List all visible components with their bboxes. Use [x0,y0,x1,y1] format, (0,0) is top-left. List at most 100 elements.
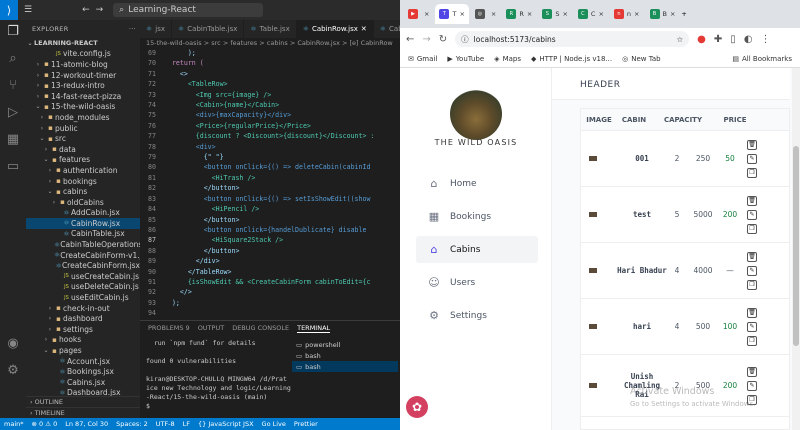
tree-item[interactable]: › ▪ 11-atomic-blog [26,59,140,70]
duplicate-icon[interactable]: ❐ [747,223,757,234]
menu-dots-icon[interactable]: ⋮ [761,34,771,45]
tree-item[interactable]: › ▪ data [26,144,140,155]
editor-tab[interactable]: ⚛ CabinRow.jsx ✕ [296,20,374,38]
accounts-icon[interactable]: ◉ [7,336,18,351]
code-area[interactable]: 69 ); 70 return (71 <> 72 <TableRow> 73 <Im… [140,48,400,320]
profile-avatar[interactable]: ◐ [744,34,753,45]
tree-item[interactable]: ⚛ Account.jsx [26,356,140,367]
browser-tab[interactable]: S S × [538,4,572,24]
tree-item[interactable]: › ▪ node_modules [26,112,140,123]
tree-item[interactable]: › ▪ settings [26,324,140,335]
browser-tab[interactable]: R R × [502,4,536,24]
nav-item-home[interactable]: ⌂ Home [416,170,538,197]
site-info-icon[interactable]: ⓘ [461,34,469,45]
close-icon[interactable]: × [491,10,496,18]
tree-item[interactable]: › ▪ oldCabins [26,197,140,208]
new-tab-icon[interactable]: + [681,10,686,18]
menu-icon[interactable]: ☰ [24,5,32,15]
scrollbar-thumb[interactable] [793,146,799,346]
editor-tab[interactable]: ⚛ CabinTable.jsx [172,20,245,38]
files-icon[interactable]: ❐ [7,24,19,39]
status-item[interactable]: Prettier [294,420,318,428]
status-item[interactable]: {} JavaScript JSX [198,420,253,428]
tree-item[interactable]: ⚛ CabinTable.jsx [26,229,140,240]
trash-icon[interactable]: 🗑 [747,195,757,206]
tree-item[interactable]: › ▪ authentication [26,165,140,176]
status-item[interactable]: Spaces: 2 [116,420,148,428]
puzzle-icon[interactable]: ✚ [714,34,722,45]
close-icon[interactable]: × [562,10,567,18]
root-folder[interactable]: ⌄ LEARNING-REACT [26,38,140,49]
command-center-search[interactable]: ⌕ Learning-React [113,3,264,17]
tree-item[interactable]: ⚛ AddCabin.jsx [26,208,140,219]
browser-tab[interactable]: T T × [435,4,469,24]
tree-item[interactable]: › ▪ dashboard [26,313,140,324]
reload-icon[interactable]: ↻ [439,34,447,45]
tree-item[interactable]: JS vite.config.js [26,49,140,60]
extension-icon[interactable]: ● [697,34,706,45]
panel-tab[interactable]: TERMINAL [297,324,331,333]
tree-item[interactable]: › ▪ bookings [26,176,140,187]
tree-item[interactable]: ⌄ ▪ features [26,155,140,166]
panel-tab[interactable]: DEBUG CONSOLE [232,324,289,332]
tree-item[interactable]: JS useCreateCabin.js [26,271,140,282]
close-icon[interactable]: × [670,10,675,18]
tree-item[interactable]: › ▪ 13-redux-intro [26,80,140,91]
source-control-icon[interactable]: ⑂ [9,78,17,93]
status-item[interactable]: ⊗ 0 ⚠ 0 [32,420,58,428]
address-bar[interactable]: ⓘ localhost:5173/cabins ☆ [455,31,690,47]
close-icon[interactable]: ✕ [361,25,367,33]
trash-icon[interactable]: 🗑 [747,366,757,377]
close-icon[interactable]: × [459,10,464,18]
duplicate-icon[interactable]: ❐ [747,279,757,290]
tree-item[interactable]: ⌄ ▪ src [26,133,140,144]
tree-item[interactable]: ⚛ Bookings.jsx [26,366,140,377]
bookmark-item[interactable]: ✉ Gmail [408,55,437,63]
timeline-section[interactable]: › TIMELINE [26,407,140,417]
tree-item[interactable]: ⚛ CabinRow.jsx [26,218,140,229]
tree-item[interactable]: ⚛ Cabins.jsx [26,377,140,388]
close-icon[interactable]: × [424,10,429,18]
bookmark-item[interactable]: ▶ YouTube [447,55,484,63]
tree-item[interactable]: ⌄ ▪ cabins [26,186,140,197]
browser-tab[interactable]: ▶ × [404,4,433,24]
nav-item-settings[interactable]: ⚙ Settings [416,302,538,329]
browser-tab[interactable]: n n × [610,4,644,24]
back-icon[interactable]: ← [406,34,414,45]
tree-item[interactable]: › ▪ 14-fast-react-pizza [26,91,140,102]
pencil-icon[interactable]: ✎ [747,209,757,220]
tree-item[interactable]: › ▪ hooks [26,335,140,346]
pencil-icon[interactable]: ✎ [747,265,757,276]
bookmark-star-icon[interactable]: ☆ [676,35,683,44]
forward-arrow-icon[interactable]: → [96,5,104,15]
status-item[interactable]: Ln 87, Col 30 [65,420,108,428]
duplicate-icon[interactable]: ❐ [747,335,757,346]
tree-item[interactable]: › ▪ 12-workout-timer [26,70,140,81]
forward-icon[interactable]: → [422,34,430,45]
tree-item[interactable]: › ▪ check-in-out [26,303,140,314]
duplicate-icon[interactable]: ❐ [747,167,757,178]
panel-tab[interactable]: PROBLEMS 9 [148,324,190,332]
tree-item[interactable]: ⌄ ▪ pages [26,345,140,356]
terminal-instance[interactable]: ▭ bash [292,350,398,361]
code-editor[interactable]: ⚛ jsx ⚛ CabinTable.jsx ⚛ Table.jsx ⚛ CabinRow.j… [140,20,400,320]
status-item[interactable]: Go Live [262,420,286,428]
editor-tab[interactable]: ⚛ Table.jsx [244,20,297,38]
status-item[interactable]: main* [4,420,24,428]
bookmark-item[interactable]: ▤ All Bookmarks [732,55,792,63]
close-icon[interactable]: × [527,10,532,18]
trash-icon[interactable]: 🗑 [747,251,757,262]
nav-item-users[interactable]: ☺ Users [416,269,538,296]
editor-tab[interactable]: ⚛ jsx [140,20,173,38]
browser-tab[interactable]: C C × [574,4,608,24]
react-query-devtools-icon[interactable]: ✿ [406,396,428,418]
tree-item[interactable]: ⚛ CreateCabinForm.jsx [26,260,140,271]
trash-icon[interactable]: 🗑 [747,139,757,150]
tree-item[interactable]: ⚛CabinTableOperations.jsx [26,239,140,250]
terminal-instance[interactable]: ▭ powershell [292,339,398,350]
browser-tab[interactable]: B B × [646,4,680,24]
search-icon[interactable]: ⌕ [9,51,16,66]
tree-item[interactable]: › ▪ public [26,123,140,134]
editor-tab[interactable]: ⚛CabinRow [374,20,400,38]
nav-item-cabins[interactable]: ⌂ Cabins [416,236,538,263]
